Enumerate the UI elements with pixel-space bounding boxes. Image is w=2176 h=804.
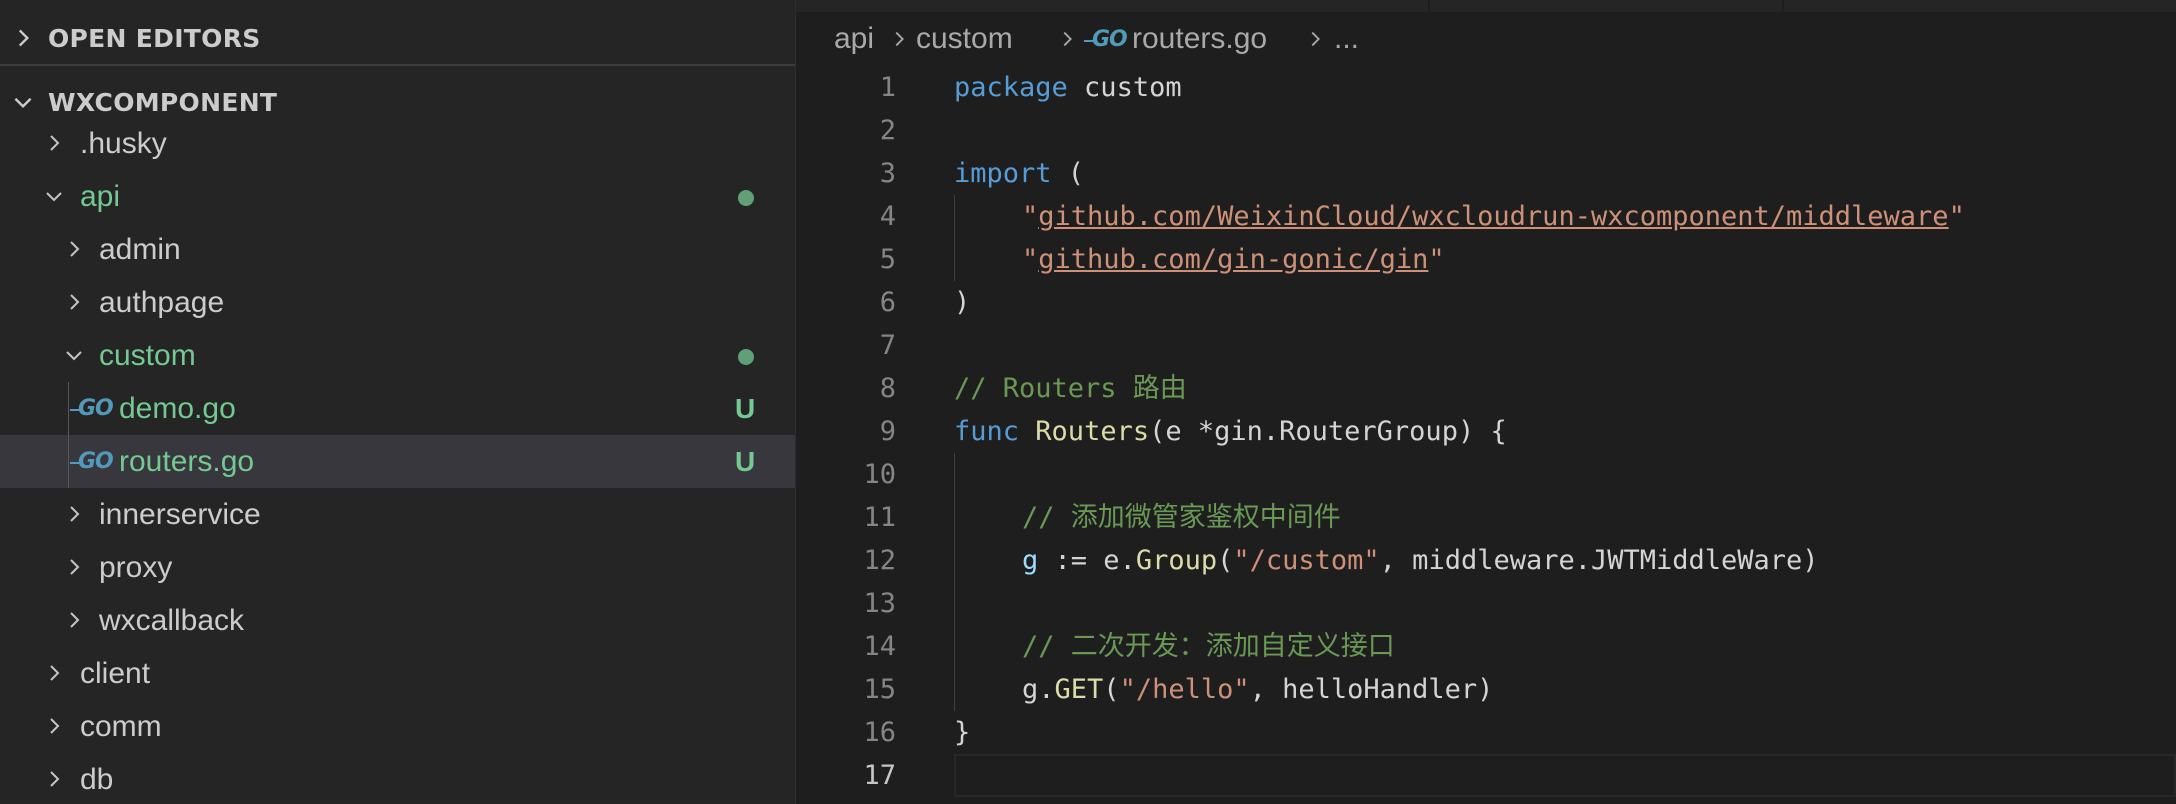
tree-item-authpage[interactable]: authpage: [0, 276, 795, 329]
import-path-link[interactable]: github.com/WeixinCloud/wxcloudrun-wxcomp…: [1038, 201, 1948, 232]
code-line-12: g := e.Group("/custom", middleware.JWTMi…: [1022, 545, 1819, 576]
code-line-5: "github.com/gin-gonic/gin": [1022, 244, 1445, 275]
import-path-link[interactable]: github.com/gin-gonic/gin: [1038, 244, 1428, 275]
tree-item-demo-go[interactable]: GO demo.go U: [0, 382, 795, 435]
line-number: 10: [863, 459, 896, 490]
line-number: 8: [879, 373, 896, 404]
tree-item-label: wxcallback: [99, 604, 245, 637]
line-number-active: 17: [863, 760, 896, 791]
chevron-down-icon: [46, 192, 62, 202]
tree-item-wxcallback[interactable]: wxcallback: [0, 594, 795, 647]
chevron-right-icon: [70, 559, 80, 575]
line-number: 15: [863, 674, 896, 705]
chevron-right-icon: [50, 665, 60, 681]
explorer-sidebar: OPEN EDITORS WXCOMPONENT .husky api admi…: [0, 0, 795, 804]
tree-item-label: db: [80, 763, 114, 796]
modified-dot-icon: [738, 190, 754, 206]
code-line-1: package custom: [954, 72, 1182, 103]
breadcrumb-item-custom[interactable]: custom: [916, 20, 1013, 58]
open-editors-label: OPEN EDITORS: [48, 24, 261, 53]
indent-guide: [954, 195, 955, 281]
tree-item-admin[interactable]: admin: [0, 223, 795, 276]
code-line-16: }: [954, 717, 971, 748]
chevron-right-icon: [888, 27, 910, 51]
indent-guide: [68, 435, 69, 488]
chevron-right-icon: [70, 241, 80, 257]
modified-dot-icon: [738, 349, 754, 365]
tree-item-label: client: [80, 657, 151, 690]
tab-bar-strip: [796, 0, 2176, 12]
code-line-6: ): [954, 287, 971, 318]
chevron-right-icon: [70, 612, 80, 628]
chevron-right-icon: [50, 135, 60, 151]
workspace-label: WXCOMPONENT: [48, 88, 278, 117]
tree-item-db[interactable]: db: [0, 753, 795, 804]
tree-item-label: api: [80, 180, 121, 213]
breadcrumb-item-symbols[interactable]: ...: [1334, 20, 1359, 58]
chevron-down-icon: [14, 97, 32, 109]
breadcrumb-item-api[interactable]: api: [834, 20, 874, 58]
git-untracked-badge: U: [735, 446, 756, 477]
tree-item-innerservice[interactable]: innerservice: [0, 488, 795, 541]
line-number: 2: [879, 115, 896, 146]
code-line-11: // 添加微管家鉴权中间件: [1022, 502, 1341, 533]
chevron-right-icon: [18, 29, 30, 47]
go-file-icon: GO: [70, 396, 114, 422]
tree-item-custom[interactable]: custom: [0, 329, 795, 382]
chevron-right-icon: [1056, 27, 1078, 51]
line-number: 4: [879, 201, 896, 232]
chevron-right-icon: [50, 771, 60, 787]
tree-item-routers-go[interactable]: GO routers.go U: [0, 435, 795, 488]
code-editor[interactable]: api custom GO routers.go ... 1 2 3 4 5 6…: [796, 0, 2176, 804]
chevron-down-icon: [66, 351, 82, 361]
indent-guide: [68, 382, 69, 435]
tree-item-label: comm: [80, 710, 162, 743]
tree-item-label: authpage: [99, 286, 225, 319]
line-number: 12: [863, 545, 896, 576]
line-number: 14: [863, 631, 896, 662]
line-number: 9: [879, 416, 896, 447]
go-file-icon: GO: [70, 449, 114, 475]
code-line-3: import (: [954, 158, 1085, 189]
tree-item-label: demo.go: [119, 392, 236, 425]
code-line-8: // Routers 路由: [954, 373, 1187, 404]
tree-item-husky[interactable]: .husky: [0, 117, 795, 170]
tree-item-comm[interactable]: comm: [0, 700, 795, 753]
tree-item-label: proxy: [99, 551, 173, 584]
current-line-highlight: [954, 754, 2176, 797]
chevron-right-icon: [70, 506, 80, 522]
tree-item-proxy[interactable]: proxy: [0, 541, 795, 594]
tree-item-label: .husky: [80, 127, 167, 160]
tree-item-label: innerservice: [99, 498, 261, 531]
code-line-14: // 二次开发：添加自定义接口: [1022, 631, 1395, 662]
code-line-15: g.GET("/hello", helloHandler): [1022, 674, 1494, 705]
go-file-icon: GO: [1084, 27, 1128, 53]
line-number: 3: [879, 158, 896, 189]
chevron-right-icon: [1304, 27, 1326, 51]
indent-guide: [954, 453, 955, 711]
tree-item-api[interactable]: api: [0, 170, 795, 223]
line-number: 13: [863, 588, 896, 619]
chevron-right-icon: [70, 294, 80, 310]
line-number: 16: [863, 717, 896, 748]
code-line-9: func Routers(e *gin.RouterGroup) {: [954, 416, 1507, 447]
section-divider: [0, 64, 795, 66]
open-editors-header[interactable]: OPEN EDITORS: [0, 14, 795, 64]
line-number: 6: [879, 287, 896, 318]
line-number: 1: [879, 72, 896, 103]
code-line-4: "github.com/WeixinCloud/wxcloudrun-wxcom…: [1022, 201, 1965, 232]
git-untracked-badge: U: [735, 393, 756, 424]
line-number: 7: [879, 330, 896, 361]
breadcrumb-item-file[interactable]: routers.go: [1132, 20, 1267, 58]
tree-item-client[interactable]: client: [0, 647, 795, 700]
line-number: 11: [863, 502, 896, 533]
tree-item-label: admin: [99, 233, 181, 266]
tree-item-label: routers.go: [119, 445, 255, 478]
chevron-right-icon: [50, 718, 60, 734]
line-number: 5: [879, 244, 896, 275]
tree-item-label: custom: [99, 339, 196, 372]
